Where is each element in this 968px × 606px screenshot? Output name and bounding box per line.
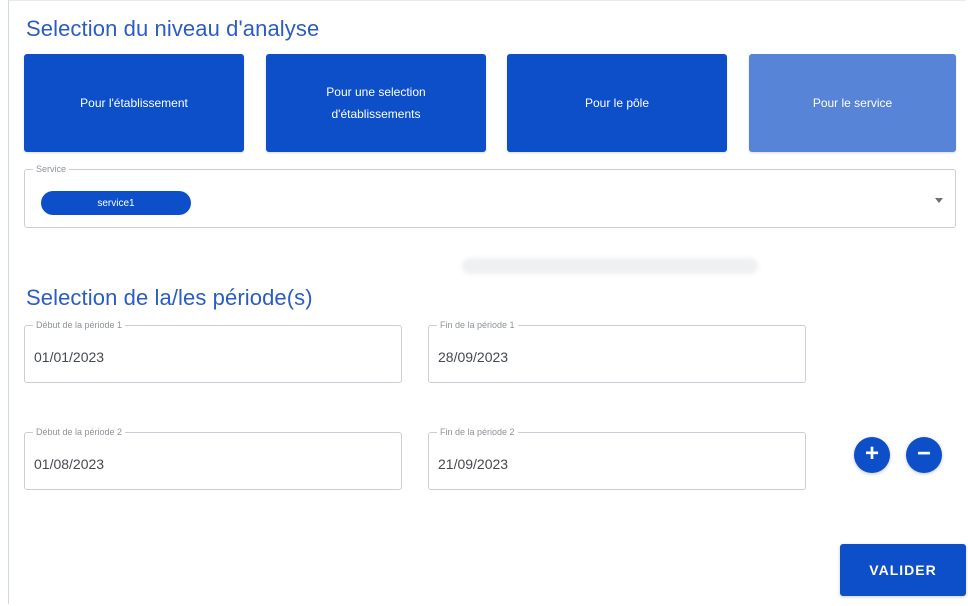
option-service-button[interactable]: Pour le service <box>749 54 956 152</box>
plus-icon: + <box>864 440 879 467</box>
service-chip-label: service1 <box>97 197 135 209</box>
option-label: Pour le pôle <box>584 96 650 110</box>
period-2-start-label: Début de la période 2 <box>33 426 126 438</box>
period-1-start-field[interactable]: Début de la période 1 01/01/2023 <box>24 319 402 383</box>
analysis-level-title: Selection du niveau d'analyse <box>26 16 320 41</box>
caret-down-icon[interactable] <box>935 198 943 203</box>
period-2-start-field[interactable]: Début de la période 2 01/08/2023 <box>24 426 402 490</box>
period-2-end-label: Fin de la période 2 <box>437 426 518 438</box>
option-etablissement-button[interactable]: Pour l'établissement <box>24 54 244 152</box>
period-1-start-value: 01/01/2023 <box>34 349 105 365</box>
period-1-end-value: 28/09/2023 <box>438 349 509 365</box>
valider-label: VALIDER <box>869 562 937 578</box>
service-label: Service <box>33 163 70 175</box>
option-selection-etablissements-button[interactable]: Pour une selection d'établissements <box>266 54 486 152</box>
period-2-end-value: 21/09/2023 <box>438 456 509 472</box>
service-chip[interactable]: service1 <box>41 191 191 215</box>
period-2-end-field[interactable]: Fin de la période 2 21/09/2023 <box>428 426 806 490</box>
option-label: Pour une selection d'établissements <box>326 85 426 121</box>
remove-period-button[interactable]: − <box>906 437 942 473</box>
option-label: Pour l'établissement <box>80 96 188 110</box>
minus-icon: − <box>916 440 931 467</box>
add-period-button[interactable]: + <box>854 437 890 473</box>
period-1-end-label: Fin de la période 1 <box>437 319 518 331</box>
periods-title: Selection de la/les période(s) <box>26 285 313 310</box>
valider-button[interactable]: VALIDER <box>840 544 966 596</box>
option-label: Pour le service <box>812 96 893 110</box>
service-select[interactable]: Service service1 <box>24 163 956 228</box>
period-2-start-value: 01/08/2023 <box>34 456 105 472</box>
blurred-placeholder <box>462 258 758 274</box>
period-1-end-field[interactable]: Fin de la période 1 28/09/2023 <box>428 319 806 383</box>
option-pole-button[interactable]: Pour le pôle <box>507 54 727 152</box>
period-1-start-label: Début de la période 1 <box>33 319 126 331</box>
